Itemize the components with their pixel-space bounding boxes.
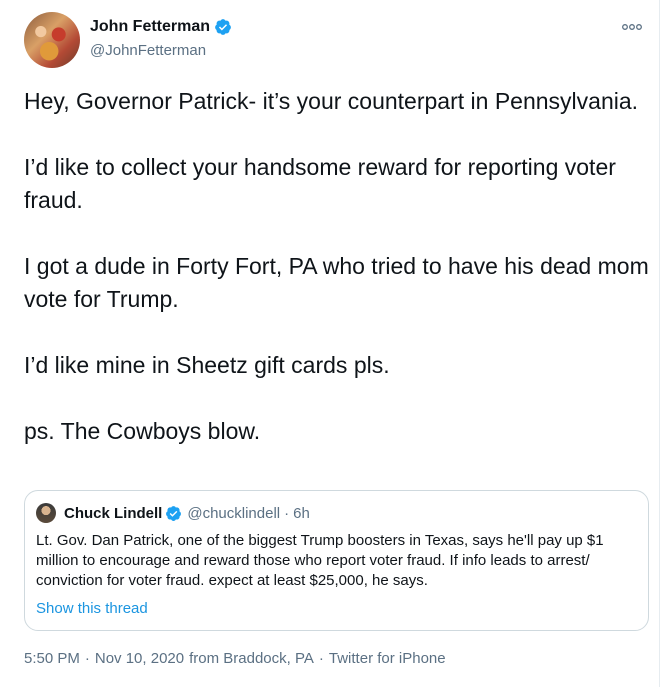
separator-dot: · (84, 650, 90, 667)
quoted-tweet-header: Chuck Lindell @chucklindell · 6h (36, 503, 310, 523)
quoted-author-avatar[interactable] (36, 503, 56, 523)
quoted-author-name[interactable]: Chuck Lindell (64, 505, 162, 522)
tweet-paragraph: ps. The Cowboys blow. (24, 418, 261, 444)
tweet-card: John Fetterman @JohnFetterman Hey, Gover… (0, 0, 660, 687)
quoted-tweet-text: Lt. Gov. Dan Patrick, one of the biggest… (36, 532, 604, 589)
separator-dot: · (284, 504, 290, 522)
tweet-paragraph: I got a dude in Forty Fort, PA who tried… (24, 253, 649, 312)
tweet-meta: 5:50 PM · Nov 10, 2020 from Braddock, PA… (24, 650, 446, 667)
quoted-author-handle[interactable]: @chucklindell (187, 505, 280, 522)
tweet-paragraph: Hey, Governor Patrick- it’s your counter… (24, 88, 639, 114)
quoted-tweet-time[interactable]: 6h (293, 505, 310, 522)
tweet-date[interactable]: Nov 10, 2020 (95, 650, 184, 667)
tweet-location: from Braddock, PA (189, 650, 314, 667)
author-display-name[interactable]: John Fetterman (90, 18, 210, 36)
verified-badge-icon (166, 505, 182, 521)
verified-badge-icon (215, 19, 231, 35)
more-options-icon[interactable] (621, 20, 643, 34)
author-avatar[interactable] (24, 12, 80, 68)
tweet-header: John Fetterman @JohnFetterman (24, 12, 643, 68)
separator-dot: · (318, 650, 324, 667)
tweet-body: Hey, Governor Patrick- it’s your counter… (24, 85, 654, 448)
author-handle[interactable]: @JohnFetterman (90, 42, 206, 59)
tweet-source[interactable]: Twitter for iPhone (329, 650, 446, 667)
quoted-tweet[interactable]: Chuck Lindell @chucklindell · 6h Lt. Gov… (24, 490, 649, 631)
tweet-time[interactable]: 5:50 PM (24, 650, 80, 667)
show-thread-link[interactable]: Show this thread (36, 600, 148, 617)
author-name-row[interactable]: John Fetterman (90, 18, 232, 36)
tweet-paragraph: I’d like to collect your handsome reward… (24, 154, 616, 213)
tweet-paragraph: I’d like mine in Sheetz gift cards pls. (24, 352, 390, 378)
